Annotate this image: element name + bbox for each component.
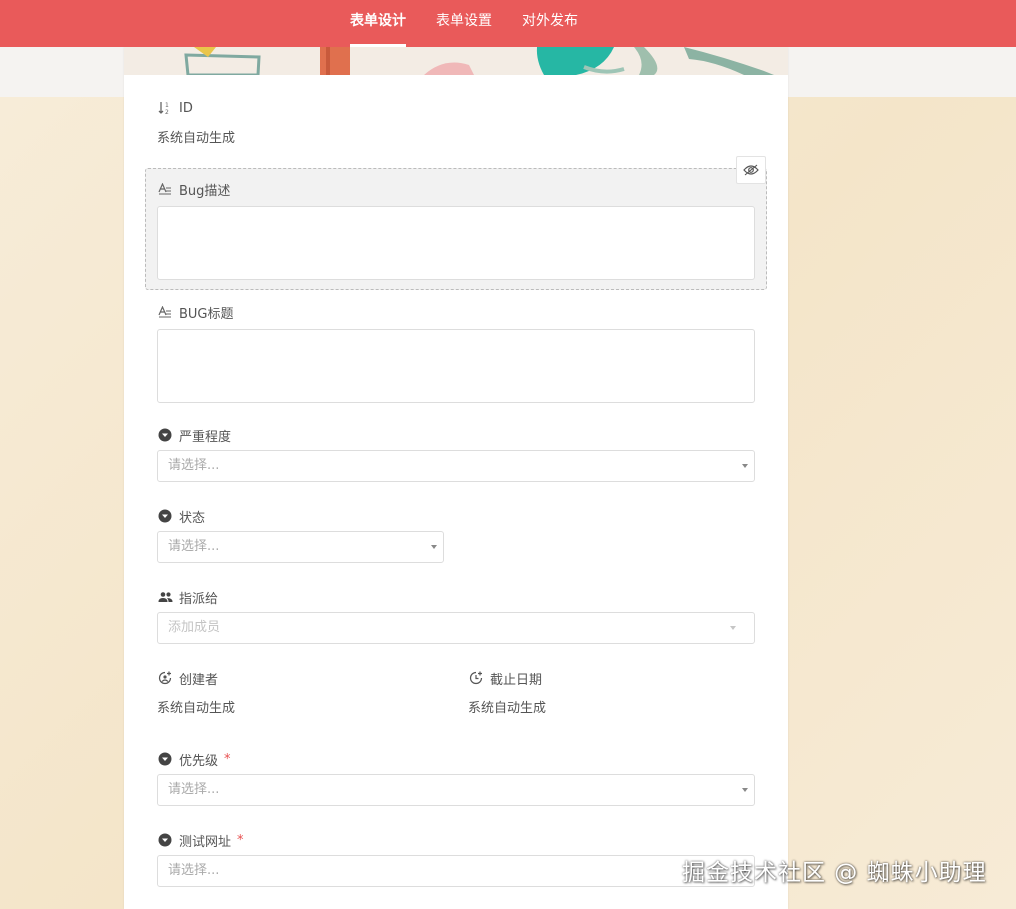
- assignee-placeholder: 添加成员: [168, 620, 221, 635]
- assignee-select[interactable]: 添加成员: [157, 612, 755, 644]
- field-label: 严重程度: [157, 426, 755, 445]
- text-format-icon: [157, 181, 173, 197]
- field-deadline[interactable]: 截止日期 系统自动生成: [468, 669, 758, 718]
- watermark: 掘金技术社区 @ 蜘蛛小助理: [682, 860, 987, 886]
- status-select[interactable]: 请选择...: [157, 531, 444, 563]
- id-label: ID: [179, 100, 193, 116]
- field-label: 测试网址 *: [157, 831, 755, 850]
- severity-placeholder: 请选择...: [168, 458, 220, 473]
- required-marker: *: [237, 832, 244, 848]
- status-placeholder: 请选择...: [168, 539, 220, 554]
- svg-text:2: 2: [165, 109, 169, 115]
- required-marker: *: [224, 751, 231, 767]
- severity-select[interactable]: 请选择...: [157, 450, 755, 482]
- field-bug-title[interactable]: BUG标题: [157, 303, 755, 403]
- field-label: Bug描述: [157, 180, 755, 199]
- eye-icon[interactable]: [736, 156, 766, 184]
- field-priority[interactable]: 优先级 * 请选择...: [157, 750, 755, 806]
- status-label: 状态: [179, 510, 206, 526]
- chevron-down-icon: [730, 626, 736, 630]
- tab-publish[interactable]: 对外发布: [507, 0, 593, 47]
- deadline-label: 截止日期: [490, 672, 543, 688]
- creator-label: 创建者: [179, 672, 219, 688]
- priority-label: 优先级: [179, 753, 219, 769]
- field-id[interactable]: 12 ID 系统自动生成: [157, 99, 755, 148]
- field-label: 指派给: [157, 588, 755, 607]
- dropdown-circle-icon: [157, 832, 173, 848]
- tab-form-settings[interactable]: 表单设置: [421, 0, 507, 47]
- field-label: 优先级 *: [157, 750, 755, 769]
- creator-value: 系统自动生成: [157, 701, 236, 716]
- dropdown-circle-icon: [157, 751, 173, 767]
- chevron-down-icon: [742, 788, 748, 792]
- nav-tabs: 表单设计 表单设置 对外发布: [335, 0, 593, 47]
- test-url-label: 测试网址: [179, 834, 232, 850]
- field-creator[interactable]: 创建者 系统自动生成: [157, 669, 447, 718]
- field-test-url[interactable]: 测试网址 * 请选择...: [157, 831, 755, 887]
- clock-add-icon: [468, 670, 484, 686]
- priority-select[interactable]: 请选择...: [157, 774, 755, 806]
- tab-form-design[interactable]: 表单设计: [335, 0, 421, 47]
- field-status[interactable]: 状态 请选择...: [157, 507, 755, 563]
- field-label: BUG标题: [157, 303, 755, 322]
- test-url-select[interactable]: 请选择...: [157, 855, 755, 887]
- chevron-down-icon: [431, 545, 437, 549]
- field-bug-description[interactable]: Bug描述: [157, 180, 755, 280]
- svg-text:1: 1: [165, 102, 169, 109]
- sort-number-icon: 12: [157, 100, 173, 116]
- dropdown-circle-icon: [157, 427, 173, 443]
- field-label: 12 ID: [157, 99, 755, 117]
- bug-description-label: Bug描述: [179, 183, 231, 199]
- id-value: 系统自动生成: [157, 131, 236, 146]
- assignee-label: 指派给: [179, 591, 219, 607]
- dropdown-circle-icon: [157, 508, 173, 524]
- bug-title-label: BUG标题: [179, 306, 234, 322]
- people-icon: [157, 589, 173, 605]
- bug-title-textarea[interactable]: [157, 329, 755, 403]
- bug-description-textarea[interactable]: [157, 206, 755, 280]
- severity-label: 严重程度: [179, 429, 232, 445]
- user-add-icon: [157, 670, 173, 686]
- form-canvas: 12 ID 系统自动生成 Bug描述 BUG标题 严重程度 请选择... 状态 …: [124, 47, 788, 909]
- field-label: 截止日期: [468, 669, 758, 688]
- field-severity[interactable]: 严重程度 请选择...: [157, 426, 755, 482]
- priority-placeholder: 请选择...: [168, 782, 220, 797]
- test-url-placeholder: 请选择...: [168, 863, 220, 878]
- chevron-down-icon: [742, 464, 748, 468]
- top-navigation-bar: 表单设计 表单设置 对外发布: [0, 0, 1016, 47]
- field-label: 状态: [157, 507, 755, 526]
- deadline-value: 系统自动生成: [468, 701, 547, 716]
- form-banner-image: [124, 47, 788, 75]
- text-format-icon: [157, 304, 173, 320]
- field-assignee[interactable]: 指派给 添加成员: [157, 588, 755, 644]
- field-label: 创建者: [157, 669, 447, 688]
